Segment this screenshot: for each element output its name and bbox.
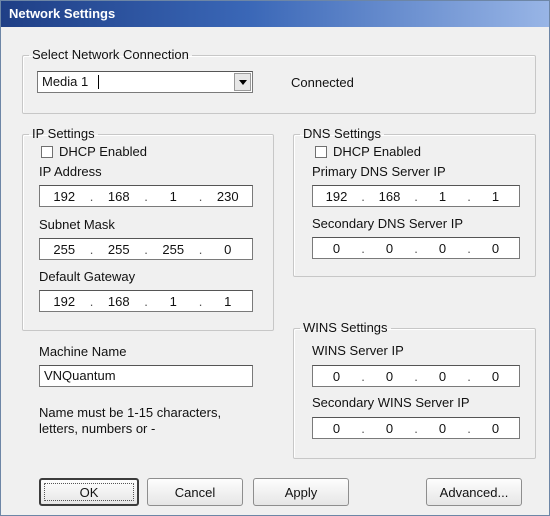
subnet-octet-3[interactable]: 255 — [149, 242, 198, 257]
cancel-button[interactable]: Cancel — [147, 478, 243, 506]
secondary-wins-label: Secondary WINS Server IP — [312, 395, 470, 410]
wins2-octet-1[interactable]: 0 — [313, 421, 360, 436]
wins-server-field[interactable]: 0. 0. 0. 0 — [312, 365, 520, 387]
dropdown-button[interactable] — [234, 73, 251, 91]
machine-name-label: Machine Name — [39, 344, 127, 359]
dns-settings-legend: DNS Settings — [303, 126, 382, 141]
dns2-octet-1[interactable]: 0 — [313, 241, 360, 256]
checkbox-box[interactable] — [315, 145, 327, 158]
machine-name-input[interactable]: VNQuantum — [39, 365, 253, 387]
dns-dhcp-checkbox[interactable]: DHCP Enabled — [315, 144, 421, 159]
subnet-mask-field[interactable]: 255. 255. 255. 0 — [39, 238, 253, 260]
ip-address-field[interactable]: 192. 168. 1. 230 — [39, 185, 253, 207]
focus-rect — [44, 483, 134, 501]
wins2-octet-2[interactable]: 0 — [366, 421, 413, 436]
wins1-octet-3[interactable]: 0 — [419, 369, 466, 384]
chevron-down-icon — [238, 79, 247, 85]
subnet-octet-2[interactable]: 255 — [95, 242, 144, 257]
dns1-octet-2[interactable]: 168 — [366, 189, 413, 204]
subnet-mask-label: Subnet Mask — [39, 217, 115, 232]
dns1-octet-3[interactable]: 1 — [419, 189, 466, 204]
ip-octet-1[interactable]: 192 — [40, 189, 89, 204]
checkbox-box[interactable] — [41, 145, 53, 158]
wins-server-label: WINS Server IP — [312, 343, 404, 358]
network-connection-select[interactable]: Media 1 — [37, 71, 253, 93]
ip-octet-2[interactable]: 168 — [95, 189, 144, 204]
gateway-octet-2[interactable]: 168 — [95, 294, 144, 309]
title-bar: Network Settings — [1, 1, 549, 27]
gateway-octet-4[interactable]: 1 — [204, 294, 253, 309]
text-cursor — [98, 75, 99, 89]
dns1-octet-4[interactable]: 1 — [472, 189, 519, 204]
apply-button[interactable]: Apply — [253, 478, 349, 506]
default-gateway-field[interactable]: 192. 168. 1. 1 — [39, 290, 253, 312]
gateway-octet-3[interactable]: 1 — [149, 294, 198, 309]
machine-name-hint-line1: Name must be 1-15 characters, — [39, 405, 222, 420]
default-gateway-label: Default Gateway — [39, 269, 136, 284]
dns1-octet-1[interactable]: 192 — [313, 189, 360, 204]
network-connection-legend: Select Network Connection — [32, 47, 189, 62]
apply-label: Apply — [284, 484, 318, 500]
ip-address-label: IP Address — [39, 164, 102, 179]
wins2-octet-3[interactable]: 0 — [419, 421, 466, 436]
advanced-button[interactable]: Advanced... — [426, 478, 522, 506]
primary-dns-label: Primary DNS Server IP — [312, 164, 446, 179]
ip-dhcp-label: DHCP Enabled — [59, 144, 147, 159]
cancel-label: Cancel — [174, 484, 216, 500]
secondary-wins-field[interactable]: 0. 0. 0. 0 — [312, 417, 520, 439]
ip-settings-legend: IP Settings — [32, 126, 95, 141]
connection-status: Connected — [291, 75, 354, 90]
ip-octet-3[interactable]: 1 — [149, 189, 198, 204]
advanced-label: Advanced... — [439, 484, 509, 500]
secondary-dns-label: Secondary DNS Server IP — [312, 216, 464, 231]
gateway-octet-1[interactable]: 192 — [40, 294, 89, 309]
network-connection-value: Media 1 — [42, 74, 89, 89]
wins1-octet-4[interactable]: 0 — [472, 369, 519, 384]
secondary-dns-field[interactable]: 0. 0. 0. 0 — [312, 237, 520, 259]
machine-name-hint-line2: letters, numbers or - — [39, 421, 156, 436]
ip-octet-4[interactable]: 230 — [204, 189, 253, 204]
dns2-octet-2[interactable]: 0 — [366, 241, 413, 256]
dns2-octet-4[interactable]: 0 — [472, 241, 519, 256]
wins1-octet-1[interactable]: 0 — [313, 369, 360, 384]
network-settings-dialog: Network Settings Select Network Connecti… — [0, 0, 550, 516]
ip-dhcp-checkbox[interactable]: DHCP Enabled — [41, 144, 147, 159]
dns2-octet-3[interactable]: 0 — [419, 241, 466, 256]
primary-dns-field[interactable]: 192. 168. 1. 1 — [312, 185, 520, 207]
wins1-octet-2[interactable]: 0 — [366, 369, 413, 384]
dns-dhcp-label: DHCP Enabled — [333, 144, 421, 159]
wins-settings-legend: WINS Settings — [303, 320, 388, 335]
window-title: Network Settings — [9, 6, 116, 21]
ok-button[interactable]: OK — [39, 478, 139, 506]
wins2-octet-4[interactable]: 0 — [472, 421, 519, 436]
subnet-octet-1[interactable]: 255 — [40, 242, 89, 257]
subnet-octet-4[interactable]: 0 — [204, 242, 253, 257]
